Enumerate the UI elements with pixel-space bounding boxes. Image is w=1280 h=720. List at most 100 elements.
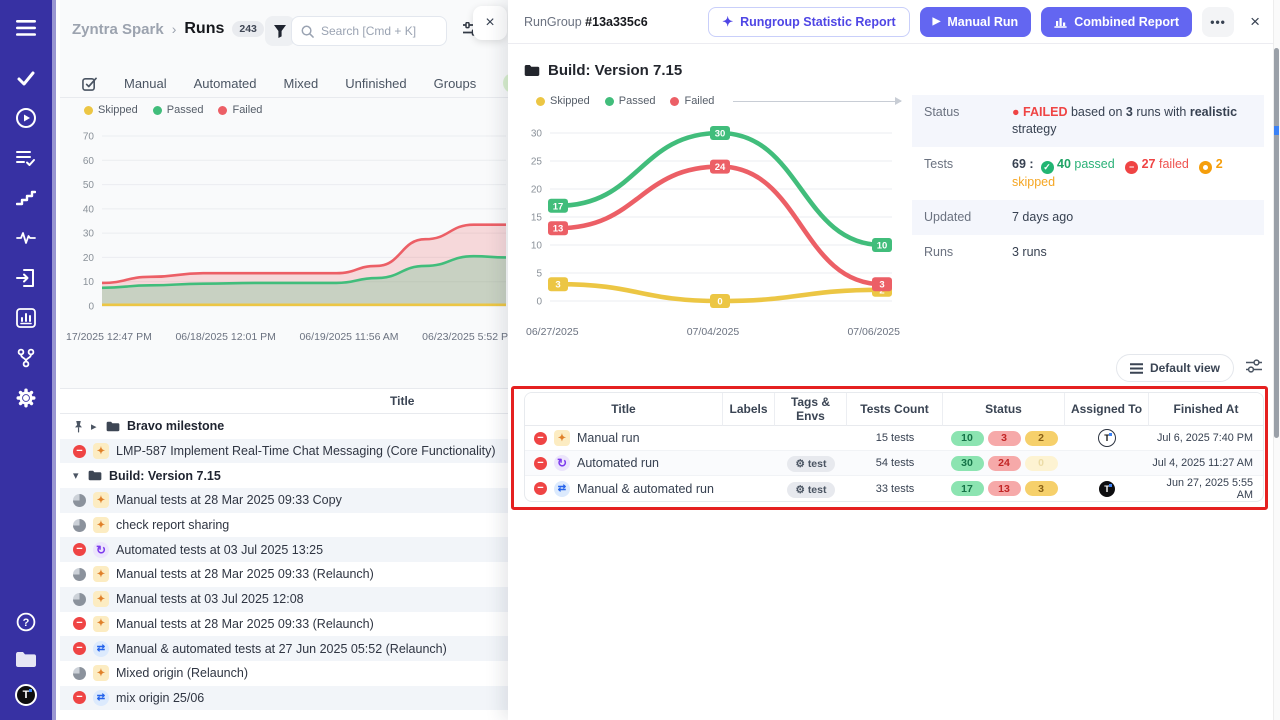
failed-status-icon: − xyxy=(534,482,547,495)
svg-text:20: 20 xyxy=(531,185,543,196)
select-runs-icon[interactable] xyxy=(82,76,97,91)
failed-status-icon: − xyxy=(73,445,86,458)
caret-down-icon[interactable]: ▾ xyxy=(73,469,81,482)
close-rungroup-button[interactable]: × xyxy=(1246,12,1264,32)
folder-icon xyxy=(524,64,540,77)
tests-row: Tests 69 : ✓ 40 passed − 27 failed 2 ski… xyxy=(912,147,1264,200)
list-item[interactable]: ✦Manual tests at 28 Mar 2025 09:33 Copy xyxy=(60,488,508,513)
svg-text:10: 10 xyxy=(83,277,95,288)
funnel-icon xyxy=(273,24,287,38)
sidebar: ? T xyxy=(0,0,56,720)
assigned-cell: T xyxy=(1065,426,1149,451)
list-item[interactable]: ▸Bravo milestone xyxy=(60,414,508,439)
table-row[interactable]: −⇄Manual & automated run ⚙ test 33 tests… xyxy=(525,476,1263,501)
list-item[interactable]: −⇄mix origin 25/06 xyxy=(60,686,508,711)
svg-text:5: 5 xyxy=(536,269,542,280)
tab-mixed[interactable]: Mixed xyxy=(284,76,319,91)
manual-run-button[interactable]: ▶ Manual Run xyxy=(920,7,1032,37)
rungroup-statistic-report-button[interactable]: ✦ Rungroup Statistic Report xyxy=(708,7,909,37)
tests-count-cell: 15 tests xyxy=(847,426,943,451)
search-input[interactable] xyxy=(321,24,431,38)
pulse-icon[interactable] xyxy=(14,226,38,250)
svg-text:10: 10 xyxy=(531,241,543,252)
manual-run-icon: ✦ xyxy=(93,665,109,681)
svg-text:17: 17 xyxy=(553,201,564,212)
list-header-title: Title xyxy=(390,394,414,408)
menu-icon[interactable] xyxy=(14,16,38,40)
manual-run-icon: ✦ xyxy=(93,517,109,533)
svg-text:20: 20 xyxy=(83,253,95,264)
breadcrumb-project[interactable]: Zyntra Spark xyxy=(72,21,164,38)
in-progress-status-icon xyxy=(73,494,86,507)
scrollbar-track[interactable] xyxy=(1273,0,1280,720)
report-chart-icon[interactable] xyxy=(14,306,38,330)
tag-pill[interactable]: ⚙ test xyxy=(787,482,834,498)
more-actions-button[interactable]: ••• xyxy=(1202,7,1234,37)
list-item[interactable]: ✦Mixed origin (Relaunch) xyxy=(60,661,508,686)
tab-groups[interactable]: Groups xyxy=(434,76,477,91)
automated-run-icon: ↻ xyxy=(554,455,570,471)
labels-cell xyxy=(723,476,775,501)
skipped-icon xyxy=(1199,161,1212,174)
default-view-button[interactable]: Default view xyxy=(1116,354,1234,382)
scrollbar-thumb[interactable] xyxy=(1274,48,1279,438)
help-icon[interactable]: ? xyxy=(14,610,38,634)
list-item[interactable]: −↻Automated tests at 03 Jul 2025 13:25 xyxy=(60,537,508,562)
column-header-title: Title xyxy=(525,393,723,426)
check-icon[interactable] xyxy=(14,66,38,90)
table-row[interactable]: −✦Manual run 15 tests 1032 T Jul 6, 2025… xyxy=(525,426,1263,451)
list-item[interactable]: −✦LMP-587 Implement Real-Time Chat Messa… xyxy=(60,439,508,464)
steps-icon[interactable] xyxy=(14,186,38,210)
finished-at-cell: Jun 27, 2025 5:55 AM xyxy=(1149,476,1263,501)
view-settings-icon[interactable] xyxy=(1246,359,1262,378)
svg-text:25: 25 xyxy=(531,157,543,168)
runs-panel: Zyntra Spark › Runs 243 × ManualAutomate… xyxy=(60,0,508,720)
failed-status-icon: − xyxy=(73,543,86,556)
legend-item: Passed xyxy=(153,104,204,116)
build-title: Build: Version 7.15 xyxy=(548,62,682,79)
runs-count-badge: 243 xyxy=(232,21,264,37)
play-circle-icon[interactable] xyxy=(14,106,38,130)
tab-manual[interactable]: Manual xyxy=(124,76,167,91)
tab-unfinished[interactable]: Unfinished xyxy=(345,76,406,91)
list-item[interactable]: ✦check report sharing xyxy=(60,513,508,538)
svg-text:40: 40 xyxy=(83,204,95,215)
close-panel-button[interactable]: × xyxy=(473,6,507,40)
caret-right-icon[interactable]: ▸ xyxy=(91,420,99,433)
column-header-tags-envs: Tags & Envs xyxy=(775,393,847,426)
in-progress-status-icon xyxy=(73,667,86,680)
combined-report-button[interactable]: Combined Report xyxy=(1041,7,1192,37)
list-item[interactable]: −⇄Manual & automated tests at 27 Jun 202… xyxy=(60,636,508,661)
gear-icon[interactable] xyxy=(14,386,38,410)
manual-run-icon: ✦ xyxy=(93,566,109,582)
assignee-avatar[interactable]: T xyxy=(1098,429,1116,447)
user-avatar[interactable]: T xyxy=(15,684,37,706)
manual-run-icon: ✦ xyxy=(554,430,570,446)
list-item[interactable]: ✦Manual tests at 03 Jul 2025 12:08 xyxy=(60,587,508,612)
status-value: FAILED xyxy=(1023,105,1067,119)
list-check-icon[interactable] xyxy=(14,146,38,170)
list-item[interactable]: ✦Manual tests at 28 Mar 2025 09:33 (Rela… xyxy=(60,562,508,587)
runs-table-container: TitleLabelsTags & EnvsTests CountStatusA… xyxy=(524,392,1264,502)
folder-icon xyxy=(88,470,102,481)
line-chart: 05101520253030213243173010 xyxy=(524,111,899,321)
in-progress-status-icon xyxy=(73,593,86,606)
import-icon[interactable] xyxy=(14,266,38,290)
projects-folder-icon[interactable] xyxy=(14,647,38,671)
table-row[interactable]: −↻Automated run ⚙ test 54 tests 30240 Ju… xyxy=(525,451,1263,476)
svg-text:?: ? xyxy=(23,617,30,629)
search-box[interactable] xyxy=(291,16,447,46)
list-item[interactable]: ▾Build: Version 7.15 xyxy=(60,463,508,488)
list-item[interactable]: −✦Manual tests at 28 Mar 2025 09:33 (Rel… xyxy=(60,612,508,637)
branch-icon[interactable] xyxy=(14,346,38,370)
assignee-avatar[interactable]: T xyxy=(1098,480,1116,498)
status-cell: 30240 xyxy=(943,451,1065,476)
svg-text:30: 30 xyxy=(83,229,95,240)
svg-text:0: 0 xyxy=(88,302,94,313)
breadcrumb-page[interactable]: Runs xyxy=(184,20,224,38)
mixed-run-icon: ⇄ xyxy=(554,481,570,497)
tab-automated[interactable]: Automated xyxy=(194,76,257,91)
tag-pill[interactable]: ⚙ test xyxy=(787,456,834,472)
column-header-finished-at: Finished At xyxy=(1149,393,1263,426)
svg-text:0: 0 xyxy=(536,297,542,308)
